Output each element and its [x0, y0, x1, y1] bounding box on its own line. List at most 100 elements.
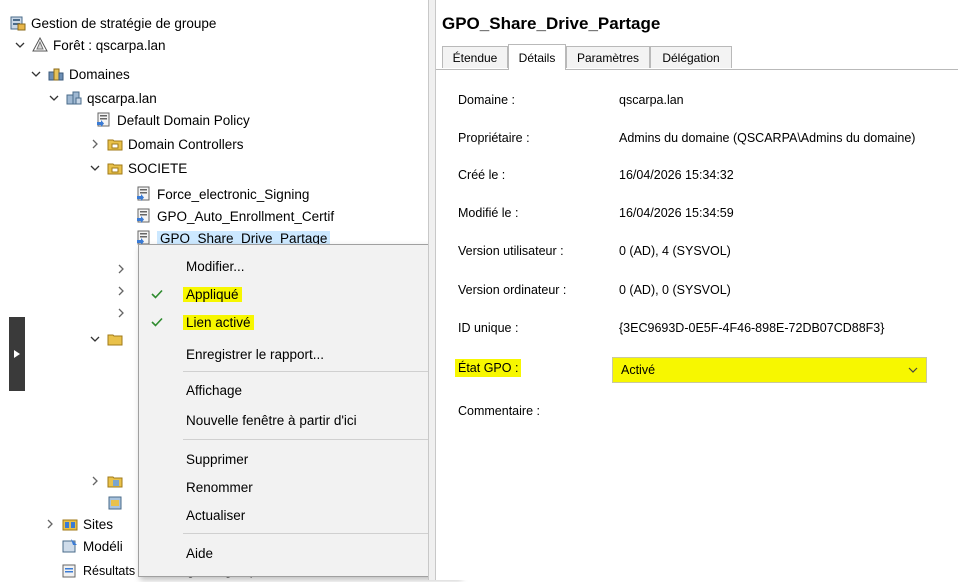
menu-item-save-report[interactable]: Enregistrer le rapport... [139, 341, 459, 367]
tree-item-hidden-5[interactable] [89, 470, 128, 492]
tab-label: Détails [518, 50, 556, 65]
ou-icon [107, 334, 123, 346]
tree-item-forest[interactable]: Forêt : qscarpa.lan [14, 34, 166, 56]
starter-gpo-icon [107, 476, 123, 488]
tree-label: Domaines [69, 66, 130, 82]
gpmc-icon [10, 16, 26, 31]
tree-item-gpmc[interactable]: Gestion de stratégie de groupe [10, 12, 216, 34]
menu-item-label: Enregistrer le rapport... [186, 346, 325, 362]
tab-label: Délégation [662, 50, 720, 65]
gpo-link-icon [137, 208, 150, 223]
gpo-link-icon [97, 112, 110, 127]
unique-id-value: {3EC9693D-0E5F-4F46-898E-72DB07CD88F3} [619, 321, 885, 335]
modified-value: 16/04/2026 15:34:59 [619, 206, 734, 220]
chevron-down-icon[interactable] [14, 39, 26, 51]
menu-separator [183, 533, 453, 534]
tree-item-default-domain-policy[interactable]: Default Domain Policy [96, 109, 250, 131]
chevron-down-icon[interactable] [89, 162, 101, 174]
tree-item-hidden-6[interactable] [107, 492, 128, 514]
tree-label: qscarpa.lan [87, 90, 157, 106]
domains-icon [48, 68, 64, 81]
tree-item-domain-controllers[interactable]: Domain Controllers [89, 133, 244, 155]
tab-scope[interactable]: Étendue [442, 46, 508, 68]
gpo-link-icon [137, 186, 150, 201]
owner-value: Admins du domaine (QSCARPA\Admins du dom… [619, 131, 916, 145]
user-version-value: 0 (AD), 4 (SYSVOL) [619, 244, 731, 258]
ou-icon [107, 163, 123, 175]
tree-item-sites[interactable]: Sites [44, 513, 113, 535]
chevron-right-icon[interactable] [115, 307, 127, 319]
menu-item-new-window[interactable]: Nouvelle fenêtre à partir d'ici [139, 407, 459, 433]
wmi-filter-icon [108, 496, 122, 510]
chevron-right-icon[interactable] [115, 263, 127, 275]
menu-item-enforced[interactable]: Appliqué [139, 281, 459, 307]
menu-item-modify[interactable]: Modifier... [139, 253, 459, 279]
chevron-down-icon[interactable] [30, 68, 42, 80]
tab-settings[interactable]: Paramètres [566, 46, 650, 68]
chevron-down-icon[interactable] [89, 333, 101, 345]
menu-item-link-enabled[interactable]: Lien activé [139, 309, 459, 335]
modeling-icon [62, 539, 77, 553]
user-version-label: Version utilisateur : [458, 244, 564, 258]
tree-label: GPO_Auto_Enrollment_Certif [157, 208, 335, 224]
domain-label: Domaine : [458, 93, 515, 107]
tree-item-hidden-3[interactable] [115, 302, 133, 324]
menu-item-label: Supprimer [186, 451, 249, 467]
play-arrow-icon [14, 350, 20, 358]
menu-item-label: Renommer [186, 479, 253, 495]
menu-separator [183, 371, 453, 372]
menu-item-delete[interactable]: Supprimer [139, 446, 459, 472]
computer-version-label: Version ordinateur : [458, 283, 567, 297]
tree-label: SOCIETE [128, 160, 188, 176]
chevron-down-icon [908, 367, 918, 373]
chevron-right-icon[interactable] [115, 285, 127, 297]
tree-item-hidden-1[interactable] [115, 258, 133, 280]
tab-details[interactable]: Détails [508, 44, 566, 70]
tree-label: Gestion de stratégie de groupe [31, 15, 217, 31]
tree-item-domain-qscarpa[interactable]: qscarpa.lan [48, 87, 157, 109]
chevron-down-icon[interactable] [48, 92, 60, 104]
gpo-status-value: Activé [621, 363, 656, 377]
tab-label: Étendue [452, 50, 498, 65]
pane-splitter[interactable] [428, 0, 436, 580]
unique-id-label: ID unique : [458, 321, 519, 335]
panel-toggle-handle[interactable] [9, 317, 25, 391]
tree-item-domains[interactable]: Domaines [30, 63, 130, 85]
tree-item-gpo-auto-enrollment[interactable]: GPO_Auto_Enrollment_Certif [136, 205, 334, 227]
tree-label: Modéli [83, 538, 123, 554]
tree-label: Force_electronic_Signing [157, 186, 310, 202]
chevron-right-icon[interactable] [89, 475, 101, 487]
menu-item-label: Appliqué [183, 286, 242, 302]
gpo-status-label: État GPO : [455, 359, 522, 377]
menu-separator [183, 439, 453, 440]
tree-label: Default Domain Policy [117, 112, 250, 128]
menu-item-view[interactable]: Affichage [139, 377, 459, 403]
menu-item-help[interactable]: Aide [139, 540, 459, 566]
tree-item-societe[interactable]: SOCIETE [89, 157, 187, 179]
tree-item-force-electronic-signing[interactable]: Force_electronic_Signing [136, 183, 309, 205]
menu-item-label: Affichage [186, 382, 243, 398]
checkmark-icon [151, 317, 163, 327]
tab-label: Paramètres [576, 50, 640, 65]
chevron-right-icon[interactable] [89, 138, 101, 150]
context-menu: Modifier... Appliqué Lien activé Enregis… [138, 244, 460, 577]
chevron-right-icon[interactable] [44, 518, 56, 530]
ou-icon [107, 139, 123, 151]
gpo-status-select[interactable]: Activé [612, 357, 927, 383]
forest-icon [32, 37, 48, 52]
tree-item-modeling[interactable]: Modéli [62, 535, 123, 557]
checkmark-icon [151, 289, 163, 299]
tree-item-hidden-2[interactable] [115, 280, 133, 302]
tree-label: Sites [83, 516, 114, 532]
menu-item-label: Lien activé [183, 314, 254, 330]
tree-label: Forêt : qscarpa.lan [53, 37, 166, 53]
page-title: GPO_Share_Drive_Partage [442, 14, 661, 33]
modified-label: Modifié le : [458, 206, 519, 220]
computer-version-value: 0 (AD), 0 (SYSVOL) [619, 283, 731, 297]
menu-item-refresh[interactable]: Actualiser [139, 502, 459, 528]
tree-item-hidden-4[interactable] [89, 328, 128, 350]
tab-delegation[interactable]: Délégation [650, 46, 732, 68]
tree-label: Domain Controllers [128, 136, 244, 152]
menu-item-rename[interactable]: Renommer [139, 474, 459, 500]
created-label: Créé le : [458, 168, 506, 182]
